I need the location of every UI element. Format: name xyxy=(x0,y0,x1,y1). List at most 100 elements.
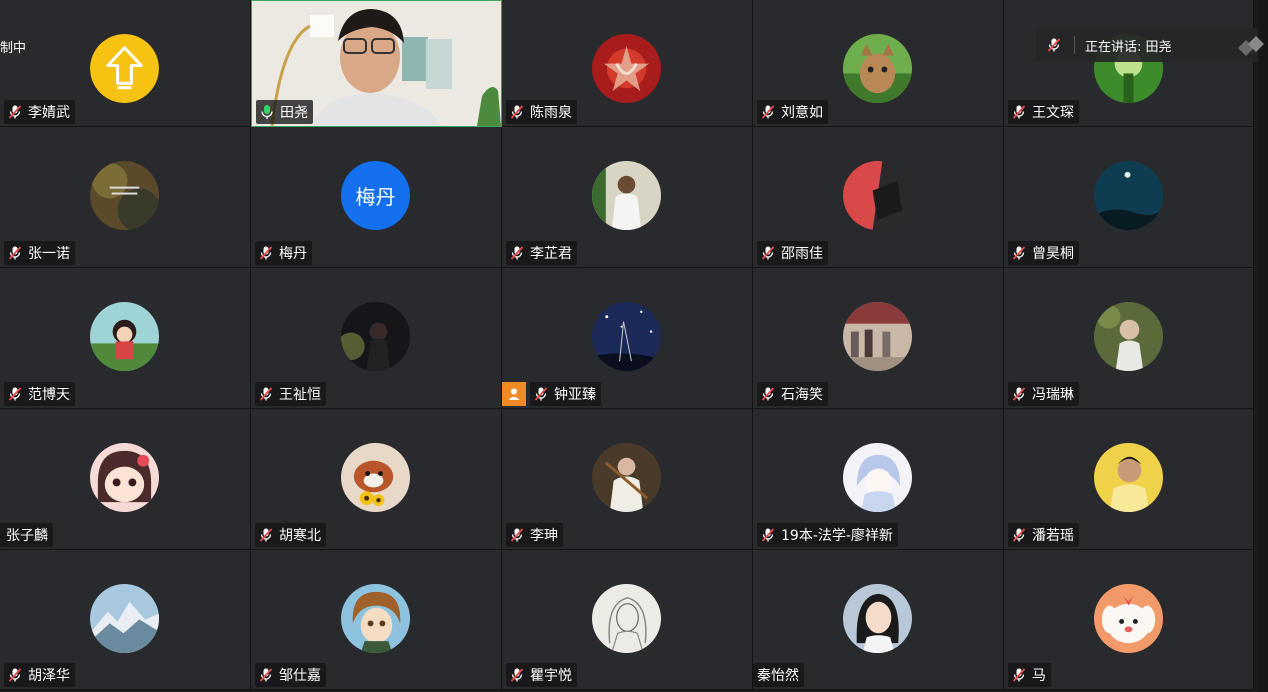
participant-tile[interactable]: 张子麟 xyxy=(0,409,251,550)
participant-name: 陈雨泉 xyxy=(530,105,572,121)
active-speaker-banner: 正在讲话: 田尧 xyxy=(1036,28,1258,62)
participant-name-label: 张子麟 xyxy=(0,523,53,547)
participant-tile[interactable]: 胡寒北 xyxy=(251,409,502,550)
avatar xyxy=(592,583,661,653)
participant-tile[interactable]: 刘意如 xyxy=(753,0,1004,127)
participant-name-label: 曾昊桐 xyxy=(1008,241,1079,265)
host-user-icon xyxy=(502,382,526,406)
mic-muted-icon xyxy=(509,667,525,683)
participant-tile[interactable]: 李芷君 xyxy=(502,127,753,268)
participant-name: 张子麟 xyxy=(6,528,48,544)
avatar xyxy=(1093,583,1163,653)
participant-name: 王祉恒 xyxy=(279,387,321,403)
participant-name-label: 石海笑 xyxy=(757,382,828,406)
mic-active-icon xyxy=(259,104,275,120)
participant-name-label: 19本-法学-廖祥新 xyxy=(757,523,898,547)
participant-tile[interactable]: 梅丹 梅丹 xyxy=(251,127,502,268)
participant-name: 梅丹 xyxy=(279,246,307,262)
mic-muted-icon xyxy=(533,386,549,402)
participant-tile[interactable]: 王文琛 xyxy=(1004,0,1254,127)
mic-muted-icon xyxy=(760,527,776,543)
participant-name: 胡泽华 xyxy=(28,668,70,684)
participant-tile[interactable]: 石海笑 xyxy=(753,268,1004,409)
participant-tile[interactable]: 王祉恒 xyxy=(251,268,502,409)
participant-tile[interactable]: 马 xyxy=(1004,550,1254,690)
mic-muted-icon xyxy=(1046,37,1062,53)
participant-video-tile[interactable]: 田尧 xyxy=(251,0,502,127)
avatar xyxy=(843,583,912,653)
avatar xyxy=(90,583,159,653)
participant-tile[interactable]: 19本-法学-廖祥新 xyxy=(753,409,1004,550)
mic-muted-icon xyxy=(1011,527,1027,543)
avatar xyxy=(1093,161,1163,230)
participant-name-label: 胡泽华 xyxy=(4,663,75,687)
upload-arrow-icon xyxy=(90,34,159,103)
participant-tile[interactable]: 曾昊桐 xyxy=(1004,127,1254,268)
participant-name: 邵雨佳 xyxy=(781,246,823,262)
avatar xyxy=(341,583,410,653)
avatar xyxy=(90,443,159,512)
participant-name: 李珅 xyxy=(530,528,558,544)
avatar xyxy=(341,443,410,512)
participant-tile[interactable]: 张一诺 xyxy=(0,127,251,268)
mic-muted-icon xyxy=(258,245,274,261)
participant-name-label: 王祉恒 xyxy=(255,382,326,406)
participant-name: 邹仕嘉 xyxy=(279,668,321,684)
mic-muted-icon xyxy=(7,667,23,683)
recording-indicator-text: 制中 xyxy=(0,41,27,56)
avatar xyxy=(592,34,661,103)
avatar xyxy=(90,34,159,103)
mic-muted-icon xyxy=(258,527,274,543)
participant-name-label: 秦怡然 xyxy=(753,663,804,687)
participant-name-label: 刘意如 xyxy=(757,100,828,124)
participant-name-label: 瞿宇悦 xyxy=(506,663,577,687)
mic-muted-icon xyxy=(760,104,776,120)
scrollbar-track[interactable] xyxy=(1258,0,1268,692)
mic-muted-icon xyxy=(258,667,274,683)
participant-name-label: 王文琛 xyxy=(1008,100,1079,124)
participant-tile[interactable]: 胡泽华 xyxy=(0,550,251,690)
participant-tile[interactable]: 李珅 xyxy=(502,409,753,550)
mic-muted-icon xyxy=(509,104,525,120)
avatar xyxy=(592,302,661,371)
participant-name: 李芷君 xyxy=(530,246,572,262)
participant-name-label: 李珅 xyxy=(506,523,563,547)
active-speaker-text: 正在讲话: 田尧 xyxy=(1085,39,1172,55)
participant-name-label: 李芷君 xyxy=(506,241,577,265)
avatar xyxy=(90,302,159,371)
avatar xyxy=(90,161,159,230)
participant-name: 张一诺 xyxy=(28,246,70,262)
avatar: 梅丹 xyxy=(341,161,410,230)
participant-tile[interactable]: 秦怡然 xyxy=(753,550,1004,690)
participant-name-label: 梅丹 xyxy=(255,241,312,265)
participant-tile[interactable]: 邹仕嘉 xyxy=(251,550,502,690)
participant-tile[interactable]: 邵雨佳 xyxy=(753,127,1004,268)
participant-name: 李婧武 xyxy=(28,105,70,121)
participant-tile[interactable]: 范博天 xyxy=(0,268,251,409)
participant-tile[interactable]: 冯瑞琳 xyxy=(1004,268,1254,409)
participant-name: 胡寒北 xyxy=(279,528,321,544)
participant-name: 瞿宇悦 xyxy=(530,668,572,684)
avatar xyxy=(592,161,661,230)
participant-name: 19本-法学-廖祥新 xyxy=(781,528,893,544)
participant-tile[interactable]: 潘若瑶 xyxy=(1004,409,1254,550)
participant-name-label: 李婧武 xyxy=(4,100,75,124)
participant-name: 秦怡然 xyxy=(757,668,799,684)
mic-muted-icon xyxy=(509,245,525,261)
mic-muted-icon xyxy=(1011,104,1027,120)
participant-tile[interactable]: 制中 李婧武 xyxy=(0,0,251,127)
participant-name: 冯瑞琳 xyxy=(1032,387,1074,403)
participant-name-label: 冯瑞琳 xyxy=(1008,382,1079,406)
participant-tile[interactable]: 瞿宇悦 xyxy=(502,550,753,690)
participant-name: 王文琛 xyxy=(1032,105,1074,121)
avatar xyxy=(843,443,912,512)
mic-muted-icon xyxy=(258,386,274,402)
mic-muted-icon xyxy=(7,245,23,261)
mic-muted-icon xyxy=(7,104,23,120)
divider xyxy=(1074,36,1075,54)
participant-name: 刘意如 xyxy=(781,105,823,121)
participant-name-label: 胡寒北 xyxy=(255,523,326,547)
mic-muted-icon xyxy=(760,386,776,402)
participant-tile[interactable]: 钟亚臻 xyxy=(502,268,753,409)
participant-tile[interactable]: 陈雨泉 xyxy=(502,0,753,127)
